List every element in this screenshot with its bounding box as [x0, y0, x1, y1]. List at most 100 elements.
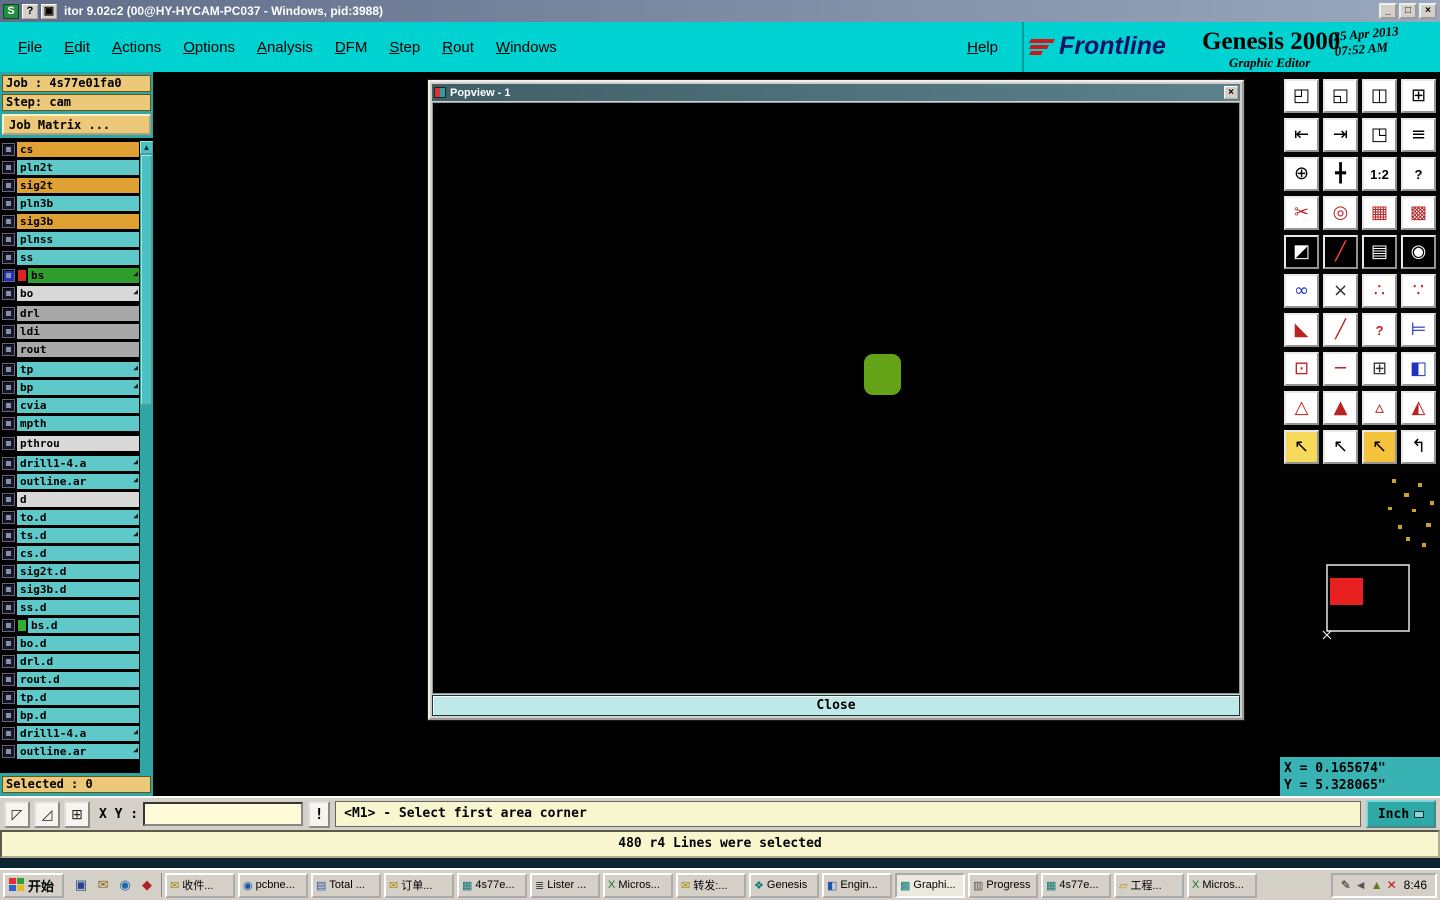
taskbar-item[interactable]: ▦ 4s77e...: [1041, 872, 1112, 898]
previous-view-tool[interactable]: ◳: [1362, 118, 1397, 152]
measure-pair-tool[interactable]: ∴: [1362, 274, 1397, 308]
layer-visibility-checkbox[interactable]: [2, 250, 15, 264]
layer-row-sig3b[interactable]: sig3b: [2, 213, 139, 229]
layer-row-plnss[interactable]: plnss: [2, 231, 139, 247]
net-compare-tool[interactable]: ⊨: [1401, 313, 1436, 347]
layer-visibility-checkbox[interactable]: [2, 196, 15, 210]
taskbar-item[interactable]: ▥ Progress: [968, 872, 1039, 898]
taskbar-item[interactable]: ◉ pcbne...: [238, 872, 309, 898]
layer-visibility-checkbox[interactable]: [2, 306, 15, 320]
taskbar-item[interactable]: ◧ Engin...: [822, 872, 893, 898]
layer-visibility-checkbox[interactable]: [2, 456, 15, 470]
layer-visibility-checkbox[interactable]: [2, 510, 15, 524]
antivirus-icon[interactable]: ▲: [1371, 878, 1383, 892]
origin-tool[interactable]: ◩: [1284, 235, 1319, 269]
layer-row-drl[interactable]: drl: [2, 305, 139, 321]
pan-left-tool[interactable]: ⇤: [1284, 118, 1319, 152]
layer-row-cs.d[interactable]: cs.d: [2, 545, 139, 561]
layer-visibility-checkbox[interactable]: [2, 474, 15, 488]
menu-windows[interactable]: Windows: [486, 33, 567, 62]
layer-stack-tool[interactable]: ≡: [1401, 118, 1436, 152]
layer-row-ss[interactable]: ss: [2, 249, 139, 265]
taskbar-item[interactable]: X Micros...: [603, 872, 674, 898]
layer-row-rout.d[interactable]: rout.d: [2, 671, 139, 687]
media-icon[interactable]: ◆: [138, 876, 156, 894]
layer-row-sig2t.d[interactable]: sig2t.d: [2, 563, 139, 579]
area-select-button[interactable]: ◸: [4, 800, 30, 828]
system-menu-icon[interactable]: ▣: [41, 3, 57, 19]
fill-area-tool[interactable]: ◧: [1401, 352, 1436, 386]
layer-row-rout[interactable]: rout: [2, 341, 139, 357]
layer-row-ss.d[interactable]: ss.d: [2, 599, 139, 615]
taskbar-item[interactable]: ✉ 收件...: [165, 872, 236, 898]
close-button[interactable]: ×: [1419, 3, 1437, 19]
layer-visibility-checkbox[interactable]: [2, 708, 15, 722]
layer-visibility-checkbox[interactable]: [2, 362, 15, 376]
layer-visibility-checkbox[interactable]: [2, 636, 15, 650]
layer-row-bs.d[interactable]: bs.d: [2, 617, 139, 633]
layer-visibility-checkbox[interactable]: [2, 436, 15, 450]
line-mark-tool[interactable]: ─: [1323, 352, 1358, 386]
layer-row-tp.d[interactable]: tp.d: [2, 689, 139, 705]
pad-mark-tool[interactable]: ⊡: [1284, 352, 1319, 386]
layer-row-mpth[interactable]: mpth: [2, 415, 139, 431]
layer-visibility-checkbox[interactable]: [2, 178, 15, 192]
layer-row-bp.d[interactable]: bp.d: [2, 707, 139, 723]
layer-visibility-checkbox[interactable]: [2, 232, 15, 246]
layer-row-to.d[interactable]: to.d ◢: [2, 509, 139, 525]
connect-points-tool[interactable]: ∞: [1284, 274, 1319, 308]
triangle-filled-tool[interactable]: ▲: [1323, 391, 1358, 425]
layer-row-drill1-4.a[interactable]: drill1-4.a ◢: [2, 455, 139, 471]
select-window-tool[interactable]: ↖: [1323, 430, 1358, 464]
layer-visibility-checkbox[interactable]: [2, 492, 15, 506]
layer-row-bs[interactable]: bs ◢: [2, 267, 139, 283]
start-button[interactable]: 开始: [3, 872, 65, 898]
menu-actions[interactable]: Actions: [102, 33, 171, 62]
layer-row-ldi[interactable]: ldi: [2, 323, 139, 339]
xy-input[interactable]: [143, 802, 304, 826]
layer-visibility-checkbox[interactable]: [2, 268, 15, 282]
layer-row-sig3b.d[interactable]: sig3b.d: [2, 581, 139, 597]
query-tool[interactable]: ?: [1362, 313, 1397, 347]
desktop-icon[interactable]: ▣: [72, 876, 90, 894]
slope-measure-tool[interactable]: ╱: [1323, 313, 1358, 347]
ruler-tool[interactable]: ▤: [1362, 235, 1397, 269]
scrollbar-thumb[interactable]: [141, 155, 152, 405]
browser-icon[interactable]: ◉: [116, 876, 134, 894]
layer-row-pln2t[interactable]: pln2t: [2, 159, 139, 175]
mail-icon[interactable]: ✉: [94, 876, 112, 894]
dot-grid-tool[interactable]: ▩: [1401, 196, 1436, 230]
overview-minimap[interactable]: [1280, 473, 1440, 757]
menu-edit[interactable]: Edit: [54, 33, 100, 62]
popview-close-button[interactable]: Close: [432, 695, 1240, 716]
menu-file[interactable]: File: [8, 33, 52, 62]
layer-visibility-checkbox[interactable]: [2, 142, 15, 156]
pan-right-tool[interactable]: ⇥: [1323, 118, 1358, 152]
layer-visibility-checkbox[interactable]: [2, 324, 15, 338]
layer-visibility-checkbox[interactable]: [2, 690, 15, 704]
error-icon[interactable]: ✕: [1387, 878, 1397, 892]
pen-icon[interactable]: ✎: [1341, 878, 1351, 892]
layer-row-outline.ar[interactable]: outline.ar ◢: [2, 743, 139, 759]
layer-visibility-checkbox[interactable]: [2, 286, 15, 300]
taskbar-item[interactable]: ▤ Total ...: [311, 872, 382, 898]
select-cursor-tool[interactable]: ↖: [1284, 430, 1319, 464]
copy-view-tool[interactable]: ✂: [1284, 196, 1319, 230]
menu-dfm[interactable]: DFM: [325, 33, 378, 62]
zoom-center-tool[interactable]: ⊕: [1284, 157, 1319, 191]
layer-scrollbar[interactable]: ▲: [140, 141, 153, 773]
layer-visibility-checkbox[interactable]: [2, 564, 15, 578]
minimize-button[interactable]: _: [1379, 3, 1397, 19]
layer-visibility-checkbox[interactable]: [2, 528, 15, 542]
pcb-canvas[interactable]: Popview - 1 × Close: [153, 72, 1280, 796]
layer-visibility-checkbox[interactable]: [2, 618, 15, 632]
angle-measure-tool[interactable]: ◣: [1284, 313, 1319, 347]
menu-options[interactable]: Options: [173, 33, 245, 62]
menu-rout[interactable]: Rout: [432, 33, 484, 62]
layer-visibility-checkbox[interactable]: [2, 546, 15, 560]
select-yellow-tool[interactable]: ↖: [1362, 430, 1397, 464]
taskbar-item[interactable]: ✉ 订单...: [384, 872, 455, 898]
zoom-ratio-tool[interactable]: 1:2: [1362, 157, 1397, 191]
layer-visibility-checkbox[interactable]: [2, 342, 15, 356]
redraw-screen-tool[interactable]: ◱: [1323, 79, 1358, 113]
